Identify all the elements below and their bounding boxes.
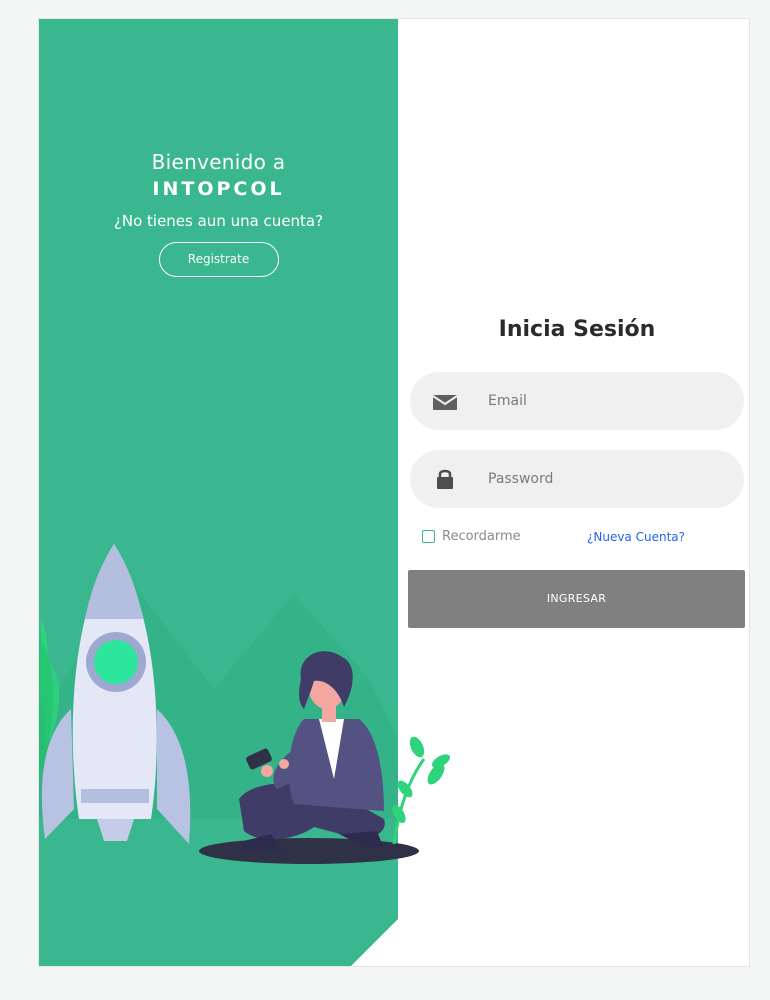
login-title: Inicia Sesión [498,317,656,342]
no-account-question: ¿No tienes aun una cuenta? [113,212,324,230]
login-card: Bienvenido a INTOPCOL ¿No tienes aun una… [38,18,750,967]
new-account-link[interactable]: ¿Nueva Cuenta? [587,530,685,544]
register-button[interactable]: Registrate [158,242,279,277]
email-field-wrapper [410,372,744,430]
password-field-wrapper [410,450,744,508]
email-input[interactable] [488,372,728,430]
brand-name: INTOPCOL [152,178,285,200]
remember-label: Recordarme [442,529,521,544]
lock-icon [437,469,453,489]
password-input[interactable] [488,450,728,508]
login-submit-button[interactable]: INGRESAR [408,570,745,628]
remember-me[interactable]: Recordarme [422,529,521,544]
envelope-icon [432,395,458,410]
login-form: Inicia Sesión Recordarme ¿Nueva Cuenta? … [408,19,746,966]
remember-checkbox[interactable] [422,530,435,543]
welcome-block: Bienvenido a INTOPCOL ¿No tienes aun una… [39,149,398,277]
welcome-panel: Bienvenido a INTOPCOL ¿No tienes aun una… [39,19,451,966]
welcome-heading: Bienvenido a [151,150,286,174]
